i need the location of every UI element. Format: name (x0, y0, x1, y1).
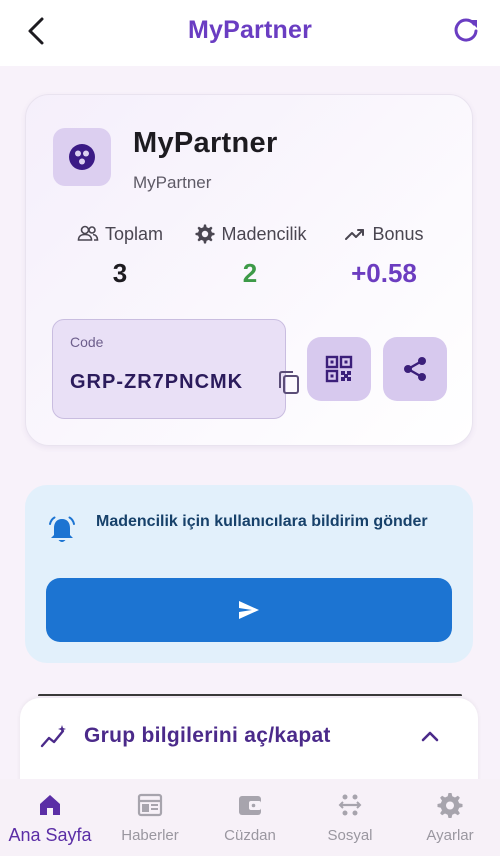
divider (38, 694, 462, 697)
nav-item-label: Haberler (121, 827, 179, 844)
group-code-field[interactable]: Code GRP-ZR7PNCMK (52, 319, 299, 419)
send-icon (239, 601, 259, 619)
share-button[interactable] (383, 337, 447, 401)
group-card: MyPartner MyPartner Toplam 3 Madencilik … (25, 94, 473, 446)
nav-item-home[interactable]: Ana Sayfa (0, 779, 100, 856)
stat-mining-value: 2 (242, 258, 258, 288)
bell-icon (49, 516, 75, 542)
page-title: MyPartner (187, 16, 313, 44)
stat-total: Toplam 3 (50, 223, 190, 289)
stat-bonus-value: +0.58 (351, 258, 417, 288)
social-icon (338, 794, 362, 816)
stat-bonus: Bonus +0.58 (314, 223, 454, 289)
group-name: MyPartner (133, 127, 278, 159)
code-value: GRP-ZR7PNCMK (70, 371, 244, 393)
refresh-icon[interactable] (450, 14, 482, 46)
group-info-title: Grup bilgilerini aç/kapat (84, 724, 331, 747)
nav-item-social[interactable]: Sosyal (300, 779, 400, 856)
stat-mining-label: Madencilik (221, 223, 307, 244)
app-bar: MyPartner (0, 0, 500, 66)
nav-item-label: Ayarlar (426, 827, 474, 844)
settings-icon (437, 793, 463, 818)
trending-up-icon (345, 229, 365, 240)
send-notification-button[interactable] (46, 578, 452, 642)
wallet-icon (239, 796, 261, 815)
nav-item-settings[interactable]: Ayarlar (400, 779, 500, 856)
chevron-up-icon[interactable] (418, 724, 442, 748)
group-subtitle: MyPartner (133, 173, 212, 192)
nav-item-label: Sosyal (327, 827, 373, 844)
bottom-navigation: Ana Sayfa Haberler Cüzdan Sosyal Ayarlar (0, 779, 500, 856)
nav-item-label: Ana Sayfa (8, 825, 92, 845)
notify-message: Madencilik için kullanıcılara bildirim g… (96, 513, 428, 530)
qr-code-icon (325, 355, 353, 383)
copy-icon[interactable] (277, 370, 301, 396)
notify-card: Madencilik için kullanıcılara bildirim g… (25, 485, 473, 663)
nav-item-label: Cüzdan (224, 827, 276, 844)
stat-total-value: 3 (112, 258, 128, 288)
qr-code-button[interactable] (307, 337, 371, 401)
group-avatar (53, 128, 111, 186)
stat-mining: Madencilik 2 (180, 223, 320, 289)
newspaper-icon (137, 793, 163, 817)
sparkline-icon (40, 725, 66, 748)
stat-bonus-label: Bonus (372, 223, 424, 244)
stat-total-label: Toplam (104, 223, 164, 244)
share-icon (404, 357, 426, 381)
home-icon (40, 795, 60, 815)
group-dots-icon (69, 144, 95, 170)
nav-item-wallet[interactable]: Cüzdan (200, 779, 300, 856)
people-icon (77, 225, 99, 241)
code-label: Code (70, 334, 104, 350)
nav-item-news[interactable]: Haberler (100, 779, 200, 856)
gear-icon (195, 224, 215, 244)
